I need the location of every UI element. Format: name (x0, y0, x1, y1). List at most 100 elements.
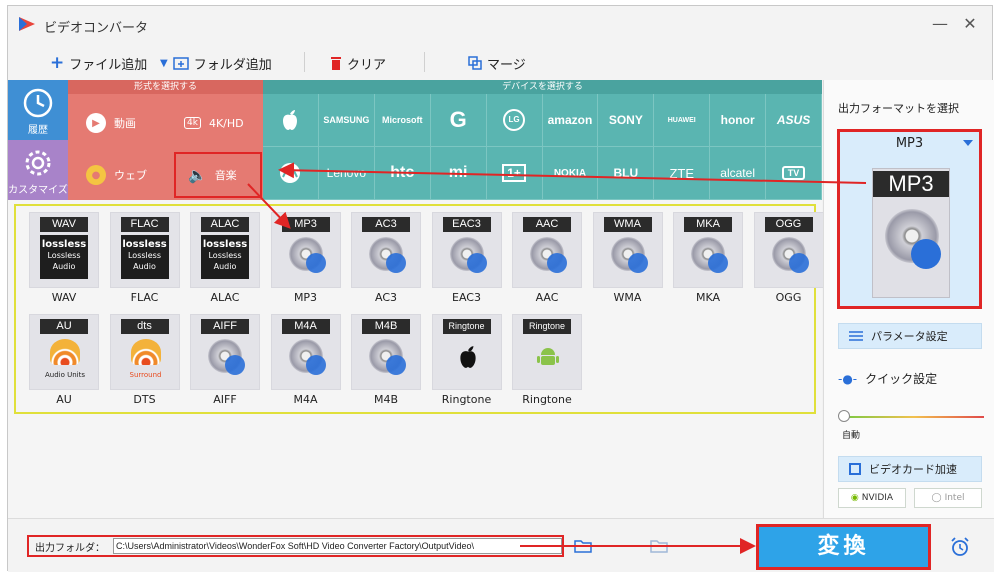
device-google[interactable]: G (430, 94, 487, 147)
clear-button[interactable]: クリア (330, 53, 386, 73)
parameter-settings-label: パラメータ設定 (871, 330, 948, 343)
format-tile-eac3[interactable]: EAC3 EAC3 (431, 212, 508, 312)
format-tag: ALAC (201, 217, 249, 232)
lossless-text: Lossless (127, 251, 162, 260)
device-asus[interactable]: ASUS (766, 94, 822, 147)
format-tile-ac3[interactable]: AC3 AC3 (351, 212, 427, 312)
format-tag: MP3 (281, 217, 330, 232)
lossless-text: Lossless (208, 251, 242, 260)
toolbar-divider (304, 52, 305, 72)
tab-customize[interactable]: カスタマイズ (8, 140, 68, 200)
device-huawei[interactable]: HUAWEI (654, 94, 711, 147)
category-panel: 履歴 カスタマイズ 形式を選択する ▶ 動画 4k 4K/HD ● ウェブ 🔈 … (8, 80, 822, 200)
device-htc[interactable]: htc (374, 147, 431, 200)
format-music-button[interactable]: 🔈 音楽 (174, 152, 262, 198)
format-icon: MP3 (270, 212, 341, 288)
add-file-label: ファイル追加 (69, 57, 148, 73)
add-folder-button[interactable]: ▼ フォルダ追加 (160, 53, 272, 73)
format-name: M4B (373, 393, 399, 406)
slider-auto-label: 自動 (842, 431, 861, 441)
format-icon: Ringtone (431, 314, 502, 390)
format-4k-button[interactable]: 4k 4K/HD (166, 98, 262, 148)
device-lenovo[interactable]: Lenovo (318, 147, 375, 200)
browse-folder-icon[interactable] (574, 539, 592, 553)
device-amazon[interactable]: amazon (542, 94, 599, 147)
device-alcatel[interactable]: alcatel (710, 147, 767, 200)
play-icon: ▶ (86, 113, 106, 133)
device-honor[interactable]: honor (710, 94, 767, 147)
intel-label: Intel (944, 493, 965, 503)
format-video-button[interactable]: ▶ 動画 (68, 98, 164, 148)
format-name: MP3 (293, 291, 318, 304)
parameter-settings-button[interactable]: パラメータ設定 (838, 323, 982, 349)
motorola-icon (280, 163, 301, 183)
device-microsoft[interactable]: Microsoft (374, 94, 431, 147)
format-tag: AU (40, 319, 88, 334)
device-sony[interactable]: SONY (598, 94, 655, 147)
format-tile-aiff[interactable]: AIFF AIFF (190, 314, 266, 414)
format-web-label: ウェブ (114, 169, 147, 182)
format-tile-dts[interactable]: dts Surround DTS (109, 314, 186, 414)
nvidia-label: NVIDIA (861, 493, 894, 503)
gpu-acceleration-button[interactable]: ビデオカード加速 (838, 456, 982, 482)
format-tile-aac[interactable]: AAC AAC (512, 212, 588, 312)
merge-label: マージ (487, 57, 526, 73)
device-oneplus[interactable]: 1+ (486, 147, 543, 200)
format-icon: Ringtone (512, 314, 582, 390)
lossless-text: Lossless (47, 251, 81, 260)
format-tile-wma[interactable]: WMA WMA (592, 212, 669, 312)
speaker-icon: 🔈 (188, 166, 207, 184)
format-tile-ringtone-apple[interactable]: Ringtone Ringtone (431, 314, 508, 414)
convert-button[interactable]: 変換 (756, 524, 931, 570)
device-nokia[interactable]: NOKIA (542, 147, 599, 200)
format-name: AIFF (213, 393, 237, 406)
format-web-button[interactable]: ● ウェブ (68, 150, 164, 200)
quality-slider-handle[interactable] (838, 410, 850, 422)
quality-slider-track[interactable] (844, 416, 984, 418)
lg-icon: LG (503, 109, 526, 131)
close-button[interactable]: ✕ (960, 14, 980, 34)
format-name: AC3 (374, 291, 397, 304)
format-tile-flac[interactable]: FLAC lossless Lossless Audio FLAC (109, 212, 186, 312)
format-tile-m4b[interactable]: M4B M4B (351, 314, 427, 414)
mp3-format-tag: MP3 (873, 171, 949, 197)
music-note-icon (911, 239, 941, 269)
format-tile-wav[interactable]: WAV lossless Lossless Audio WAV (29, 212, 105, 312)
device-xiaomi[interactable]: mi (430, 147, 487, 200)
device-apple[interactable] (263, 94, 319, 147)
device-samsung[interactable]: SAMSUNG (318, 94, 375, 147)
add-file-button[interactable]: + ファイル追加 (50, 53, 147, 73)
format-tile-au[interactable]: AU Audio Units AU (29, 314, 105, 414)
add-folder-label: フォルダ追加 (193, 57, 272, 73)
output-path-field[interactable]: C:\Users\Administrator\Videos\WonderFox … (113, 538, 562, 554)
output-format-selector[interactable]: MP3 MP3 (837, 129, 982, 309)
title-bar: ビデオコンバータ — ✕ (8, 6, 992, 44)
format-tile-alac[interactable]: ALAC lossless Lossless Audio ALAC (190, 212, 266, 312)
format-tile-ringtone-android[interactable]: Ringtone Ringtone (512, 314, 588, 414)
format-name: AAC (535, 291, 559, 304)
minimize-button[interactable]: — (930, 14, 950, 34)
device-blu[interactable]: BLU (598, 147, 655, 200)
format-selector: 形式を選択する ▶ 動画 4k 4K/HD ● ウェブ 🔈 音楽 (68, 80, 263, 200)
device-tv[interactable]: TV (766, 147, 822, 200)
merge-button[interactable]: マージ (468, 53, 526, 73)
device-motorola[interactable] (263, 147, 319, 200)
format-tag: dts (120, 319, 169, 334)
apple-icon (283, 110, 298, 130)
format-name: FLAC (130, 291, 159, 304)
device-zte[interactable]: ZTE (654, 147, 711, 200)
music-note-icon (305, 355, 326, 375)
format-name: ALAC (210, 291, 240, 304)
tab-history[interactable]: 履歴 (8, 80, 68, 140)
format-tile-mka[interactable]: MKA MKA (673, 212, 749, 312)
format-tile-mp3[interactable]: MP3 MP3 (270, 212, 347, 312)
device-lg[interactable]: LG (486, 94, 543, 147)
format-tile-m4a[interactable]: M4A M4A (270, 314, 347, 414)
format-tile-ogg[interactable]: OGG OGG (753, 212, 830, 312)
open-folder-icon[interactable] (650, 539, 668, 553)
format-icon: MKA (673, 212, 743, 288)
format-tag: FLAC (120, 217, 169, 232)
format-name: DTS (133, 393, 156, 406)
alarm-clock-icon[interactable] (950, 537, 970, 557)
format-tag: M4A (281, 319, 330, 334)
